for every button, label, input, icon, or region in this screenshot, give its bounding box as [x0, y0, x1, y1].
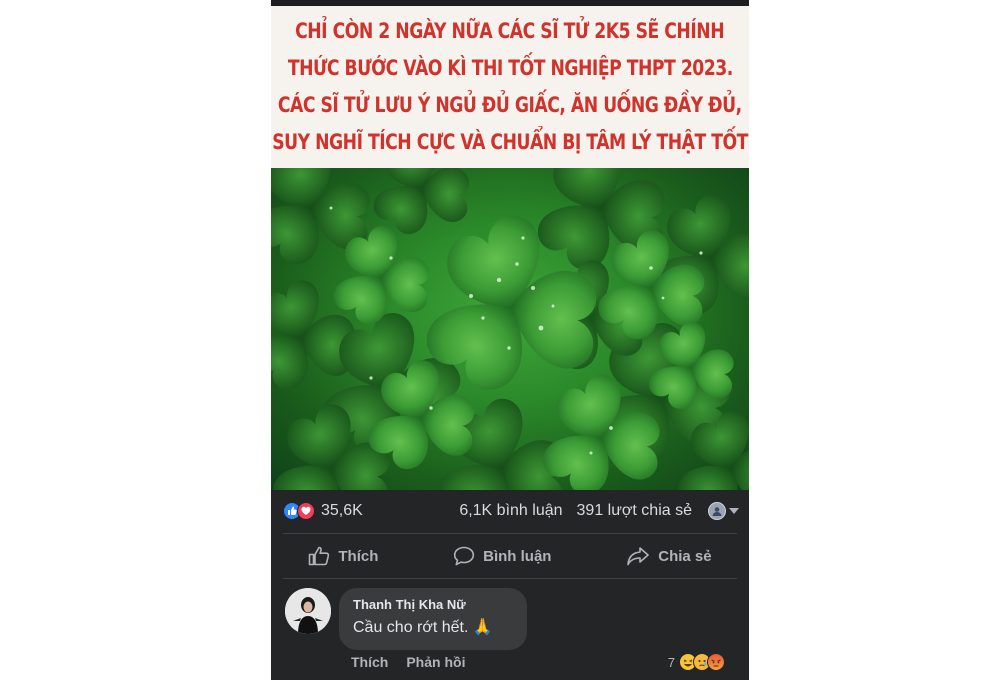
love-icon — [297, 502, 315, 520]
comment-label: Bình luận — [483, 547, 552, 565]
comment-reaction-count: 7 — [667, 654, 675, 670]
comment-like-link[interactable]: Thích — [351, 654, 388, 670]
share-label: Chia sẻ — [658, 547, 712, 565]
caption-line-1: CHỈ CÒN 2 NGÀY NỮA CÁC SĨ TỬ 2K5 SẼ CHÍN… — [295, 19, 725, 43]
divider — [283, 578, 737, 579]
facebook-post-screen: CHỈ CÒN 2 NGÀY NỮA CÁC SĨ TỬ 2K5 SẼ CHÍN… — [271, 0, 749, 680]
caption-line-4: SUY NGHĨ TÍCH CỰC VÀ CHUẨN BỊ TÂM LÝ THẬ… — [272, 130, 748, 154]
chevron-down-icon — [729, 508, 739, 514]
comment-button[interactable]: Bình luận — [453, 546, 551, 566]
caption-line-3: CÁC SĨ TỬ LƯU Ý NGỦ ĐỦ GIẤC, ĂN UỐNG ĐẦY… — [278, 93, 742, 117]
comment-bubble-icon — [454, 546, 475, 566]
like-button[interactable]: Thích — [308, 546, 378, 566]
reaction-count[interactable]: 35,6K — [321, 502, 363, 520]
angry-icon — [707, 653, 725, 671]
comment-author-name[interactable]: Thanh Thị Kha Nữ — [353, 597, 513, 613]
commenter-avatar[interactable] — [285, 588, 331, 634]
post-caption-banner: CHỈ CÒN 2 NGÀY NỮA CÁC SĨ TỬ 2K5 SẼ CHÍN… — [271, 6, 749, 168]
share-count[interactable]: 391 lượt chia sẻ — [577, 502, 692, 520]
post-stats-row: 35,6K 6,1K bình luận 391 lượt chia sẻ — [271, 490, 749, 532]
like-label: Thích — [338, 547, 379, 565]
comment-reaction-icons — [679, 653, 725, 671]
profile-avatar-icon — [708, 502, 726, 520]
caption-line-2: THỨC BƯỚC VÀO KÌ THI TỐT NGHIỆP THPT 202… — [287, 56, 733, 80]
comment-action-row: Thích Phản hồi — [351, 654, 465, 670]
thumbs-up-icon — [309, 546, 330, 566]
reaction-icons[interactable] — [283, 501, 317, 521]
comment-count[interactable]: 6,1K bình luận — [459, 502, 562, 520]
post-photo-clover[interactable] — [271, 168, 749, 490]
audience-selector[interactable] — [708, 502, 739, 520]
comment-reactions[interactable]: 7 — [668, 653, 725, 671]
comment-text: Cầu cho rớt hết. 🙏 — [353, 619, 493, 636]
share-arrow-icon — [627, 547, 650, 566]
comment-reply-link[interactable]: Phản hồi — [406, 654, 465, 670]
share-button[interactable]: Chia sẻ — [626, 546, 712, 566]
comment-bubble[interactable]: Thanh Thị Kha Nữ Cầu cho rớt hết. 🙏 — [339, 588, 527, 650]
clover-illustration — [271, 168, 749, 490]
post-action-bar: Thích Bình luận Chia sẻ — [271, 534, 749, 578]
